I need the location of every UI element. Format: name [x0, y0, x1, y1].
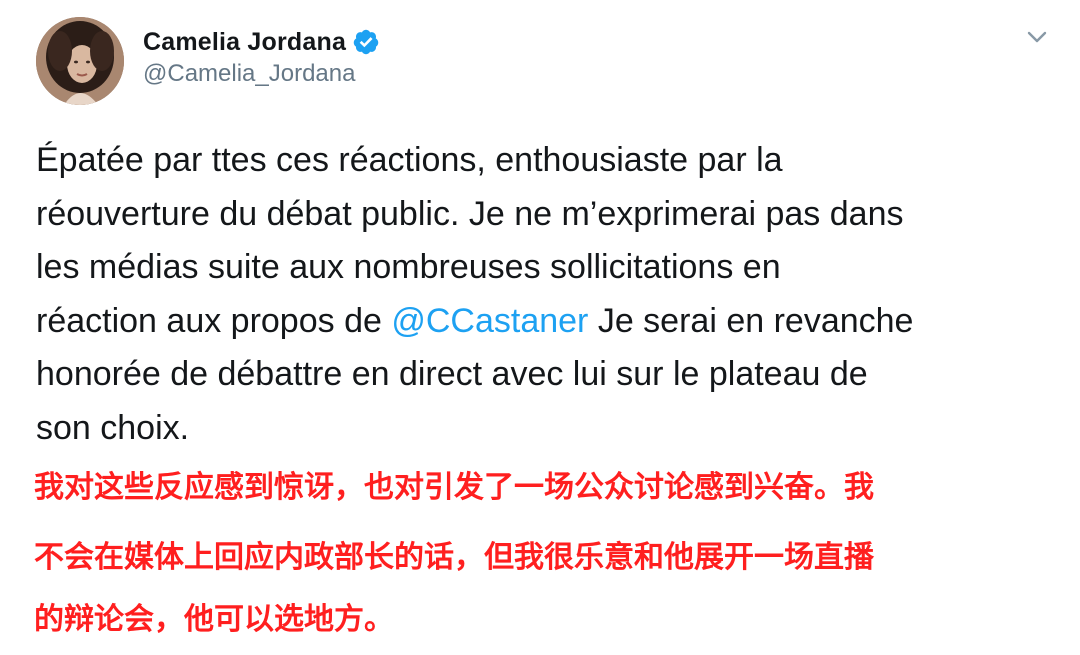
chevron-down-icon[interactable]	[1022, 24, 1052, 50]
translation-line-3: 的辩论会，他可以选地方。	[34, 602, 394, 637]
translation-line-2: 不会在媒体上回应内政部长的话，但我很乐意和他展开一场直播	[34, 540, 874, 575]
translation-line-1: 我对这些反应感到惊讶，也对引发了一场公众讨论感到兴奋。我	[34, 470, 874, 505]
user-avatar-icon	[36, 17, 124, 105]
author-name-row[interactable]: Camelia Jordana	[143, 22, 380, 62]
mention-link[interactable]: @CCastaner	[391, 302, 588, 340]
author-display-name[interactable]: Camelia Jordana	[143, 28, 346, 57]
avatar[interactable]	[36, 17, 124, 105]
verified-badge-icon	[353, 29, 379, 55]
tweet-text: Épatée par ttes ces réactions, enthousia…	[36, 134, 1066, 455]
author-handle[interactable]: @Camelia_Jordana	[143, 60, 355, 88]
